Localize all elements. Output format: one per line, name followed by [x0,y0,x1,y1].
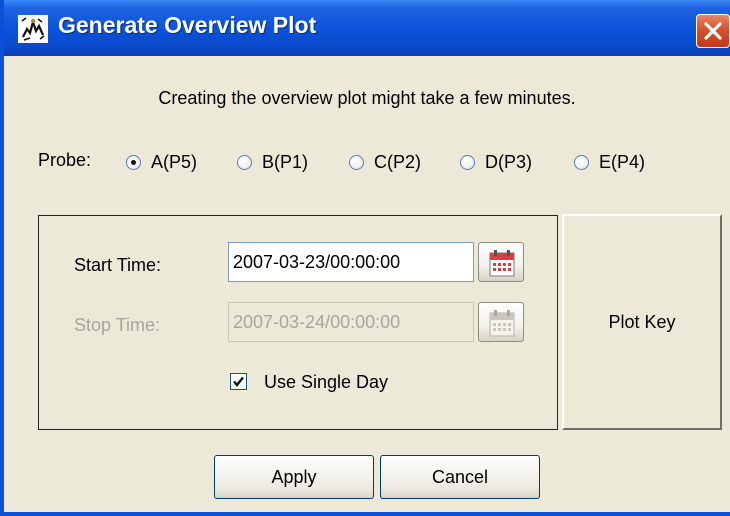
title-bar[interactable]: Generate Overview Plot [4,0,730,56]
probe-radio-c[interactable]: C(P2) [349,150,421,174]
close-icon [704,22,722,40]
dialog-window: Generate Overview Plot Creating the over… [0,0,730,516]
start-calendar-button[interactable] [478,242,524,282]
probe-radio-a[interactable]: A(P5) [126,150,197,174]
stop-time-input: 2007-03-24/00:00:00 [228,302,474,342]
radio-button[interactable] [126,154,141,170]
plot-key-button[interactable]: Plot Key [562,214,722,430]
stop-calendar-button [478,302,524,342]
calendar-icon [489,310,515,337]
probe-option-label: B(P1) [262,151,309,172]
probe-radio-b[interactable]: B(P1) [237,150,308,174]
window-title: Generate Overview Plot [58,12,317,38]
radio-button[interactable] [237,154,252,170]
calendar-icon [489,250,515,277]
info-message: Creating the overview plot might take a … [158,88,576,108]
probe-option-label: E(P4) [599,151,646,172]
start-time-label: Start Time: [74,255,162,275]
probe-option-label: C(P2) [374,151,422,172]
cancel-button[interactable]: Cancel [380,455,540,499]
radio-button[interactable] [349,154,364,170]
probe-radio-e[interactable]: E(P4) [574,150,645,174]
close-button[interactable] [696,14,730,48]
use-single-day-checkbox[interactable] [230,373,247,390]
use-single-day-label[interactable]: Use Single Day [264,372,388,393]
checkmark-icon [233,376,244,387]
stop-time-label: Stop Time: [74,315,161,335]
probe-option-label: A(P5) [151,151,198,172]
apply-button[interactable]: Apply [214,455,374,499]
probe-radio-d[interactable]: D(P3) [460,150,532,174]
start-time-input[interactable]: 2007-03-23/00:00:00 [228,242,474,282]
probe-option-label: D(P3) [485,151,533,172]
probe-label: Probe: [38,150,92,170]
app-logo-icon [18,15,48,43]
radio-button[interactable] [460,154,475,170]
radio-button[interactable] [574,154,589,170]
